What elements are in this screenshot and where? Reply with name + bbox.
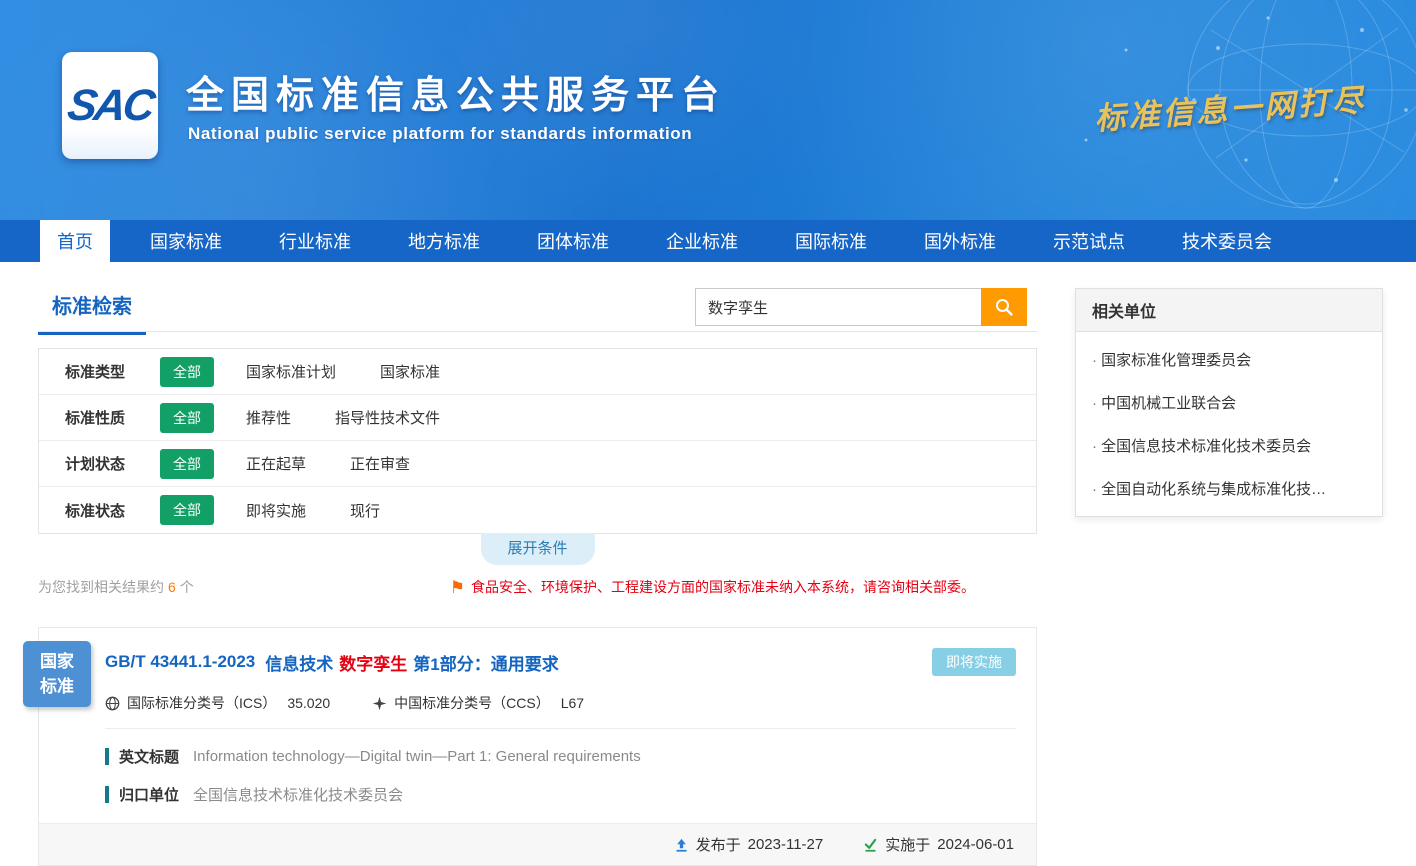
system-notice: ⚑ 食品安全、环境保护、工程建设方面的国家标准未纳入本系统，请咨询相关部委。	[450, 577, 975, 597]
result-count-suffix: 个	[180, 579, 194, 595]
filter-row-standard-nature: 标准性质 全部 推荐性 指导性技术文件	[39, 395, 1036, 441]
site-header: SAC 全国标准信息公共服务平台 National public service…	[0, 0, 1416, 220]
sac-logo-text: SAC	[65, 81, 156, 131]
result-info-row: 为您找到相关结果约6个 ⚑ 食品安全、环境保护、工程建设方面的国家标准未纳入本系…	[38, 577, 1037, 597]
english-title-value: Information technology—Digital twin—Part…	[193, 748, 641, 765]
filter-all-button[interactable]: 全部	[160, 449, 214, 479]
result-count-number: 6	[168, 579, 176, 595]
standard-title-pre: 信息技术	[265, 655, 333, 674]
nav-item-enterprise-standards[interactable]: 企业标准	[649, 220, 755, 262]
related-unit-link[interactable]: 全国信息技术标准化技术委员会	[1076, 424, 1382, 467]
ccs-label: 中国标准分类号（CCS）	[394, 693, 550, 713]
category-badge-line2: 标准	[40, 674, 74, 700]
filter-option[interactable]: 指导性技术文件	[335, 407, 440, 428]
flag-icon: ⚑	[450, 579, 465, 596]
filter-panel: 标准类型 全部 国家标准计划 国家标准 标准性质 全部 推荐性 指导性技术文件 …	[38, 348, 1037, 534]
nav-item-technical-committee[interactable]: 技术委员会	[1165, 220, 1289, 262]
globe-icon	[105, 696, 120, 711]
attr-accent-bar	[105, 786, 109, 803]
main-nav: 首页 国家标准 行业标准 地方标准 团体标准 企业标准 国际标准 国外标准 示范…	[0, 220, 1416, 262]
english-title-label: 英文标题	[119, 746, 179, 767]
related-units-list: 国家标准化管理委员会 中国机械工业联合会 全国信息技术标准化技术委员会 全国自动…	[1076, 332, 1382, 516]
ics-classification: 国际标准分类号（ICS） 35.020	[105, 693, 330, 713]
ics-label: 国际标准分类号（ICS）	[127, 693, 276, 713]
filter-row-standard-type: 标准类型 全部 国家标准计划 国家标准	[39, 349, 1036, 395]
site-title: 全国标准信息公共服务平台	[186, 64, 726, 119]
filter-option[interactable]: 现行	[350, 500, 380, 521]
ics-value: 35.020	[287, 695, 330, 711]
nav-item-foreign-standards[interactable]: 国外标准	[907, 220, 1013, 262]
filter-row-standard-status: 标准状态 全部 即将实施 现行	[39, 487, 1036, 533]
related-units-panel: 相关单位 国家标准化管理委员会 中国机械工业联合会 全国信息技术标准化技术委员会…	[1075, 288, 1383, 517]
card-footer: 发布于 2023-11-27 实施于 2024-06-01	[39, 823, 1036, 865]
nav-item-group-standards[interactable]: 团体标准	[520, 220, 626, 262]
filter-option[interactable]: 正在审查	[350, 453, 410, 474]
ccs-value: L67	[561, 695, 584, 711]
responsible-unit-row: 归口单位 全国信息技术标准化技术委员会	[105, 784, 1016, 805]
category-badge: 国家 标准	[23, 641, 91, 707]
notice-text: 食品安全、环境保护、工程建设方面的国家标准未纳入本系统，请咨询相关部委。	[471, 577, 975, 597]
standard-title-post: 第1部分：通用要求	[413, 655, 558, 674]
status-badge: 即将实施	[932, 648, 1016, 676]
filter-option[interactable]: 即将实施	[246, 500, 306, 521]
search-results-column: 标准检索 标准类型 全部 国家标准计划 国家标准	[38, 288, 1037, 866]
card-divider	[105, 728, 1016, 729]
filter-label: 标准性质	[65, 407, 160, 428]
standard-title-highlight: 数字孪生	[339, 655, 407, 674]
filter-all-button[interactable]: 全部	[160, 357, 214, 387]
search-box	[695, 288, 1027, 326]
responsible-unit-value: 全国信息技术标准化技术委员会	[193, 784, 403, 805]
filter-all-button[interactable]: 全部	[160, 495, 214, 525]
nav-item-home[interactable]: 首页	[40, 220, 110, 262]
nav-item-international-standards[interactable]: 国际标准	[778, 220, 884, 262]
nav-item-national-standards[interactable]: 国家标准	[133, 220, 239, 262]
standard-title-link[interactable]: 信息技术数字孪生第1部分：通用要求	[265, 650, 558, 675]
responsible-unit-label: 归口单位	[119, 784, 179, 805]
expand-conditions-button[interactable]: 展开条件	[481, 533, 595, 565]
main-content: 标准检索 标准类型 全部 国家标准计划 国家标准	[0, 262, 1416, 866]
attr-accent-bar	[105, 748, 109, 765]
sac-logo[interactable]: SAC	[62, 52, 158, 159]
filter-option[interactable]: 国家标准	[380, 361, 440, 382]
filter-label: 标准类型	[65, 361, 160, 382]
filter-row-plan-status: 计划状态 全部 正在起草 正在审查	[39, 441, 1036, 487]
filter-label: 计划状态	[65, 453, 160, 474]
result-count: 为您找到相关结果约6个	[38, 577, 194, 597]
search-icon	[994, 297, 1014, 317]
compass-star-icon	[372, 696, 387, 711]
result-count-prefix: 为您找到相关结果约	[38, 579, 164, 595]
nav-item-industry-standards[interactable]: 行业标准	[262, 220, 368, 262]
filter-option[interactable]: 推荐性	[246, 407, 291, 428]
search-button[interactable]	[981, 288, 1027, 326]
related-units-title: 相关单位	[1076, 289, 1382, 332]
search-input[interactable]	[695, 288, 981, 326]
standard-code-link[interactable]: GB/T 43441.1-2023	[105, 652, 255, 672]
filter-label: 标准状态	[65, 500, 160, 521]
search-section-header: 标准检索	[38, 288, 1037, 332]
related-unit-link[interactable]: 国家标准化管理委员会	[1076, 338, 1382, 381]
nav-item-pilot-demonstration[interactable]: 示范试点	[1036, 220, 1142, 262]
card-body: GB/T 43441.1-2023 信息技术数字孪生第1部分：通用要求 即将实施	[39, 628, 1036, 805]
ccs-classification: 中国标准分类号（CCS） L67	[372, 693, 584, 713]
filter-option[interactable]: 国家标准计划	[246, 361, 336, 382]
site-subtitle: National public service platform for sta…	[188, 124, 692, 144]
category-badge-line1: 国家	[40, 649, 74, 675]
standard-result-card: 国家 标准 GB/T 43441.1-2023 信息技术数字孪生第1部分：通用要…	[38, 627, 1037, 866]
english-title-row: 英文标题 Information technology—Digital twin…	[105, 746, 1016, 767]
card-title-row: GB/T 43441.1-2023 信息技术数字孪生第1部分：通用要求 即将实施	[105, 648, 1016, 676]
filter-all-button[interactable]: 全部	[160, 403, 214, 433]
related-unit-link[interactable]: 中国机械工业联合会	[1076, 381, 1382, 424]
tab-standard-search[interactable]: 标准检索	[38, 288, 146, 335]
classification-row: 国际标准分类号（ICS） 35.020 中国标准分类号（CCS） L67	[105, 693, 1016, 713]
filter-option[interactable]: 正在起草	[246, 453, 306, 474]
nav-item-local-standards[interactable]: 地方标准	[391, 220, 497, 262]
related-unit-link[interactable]: 全国自动化系统与集成标准化技…	[1076, 467, 1382, 510]
